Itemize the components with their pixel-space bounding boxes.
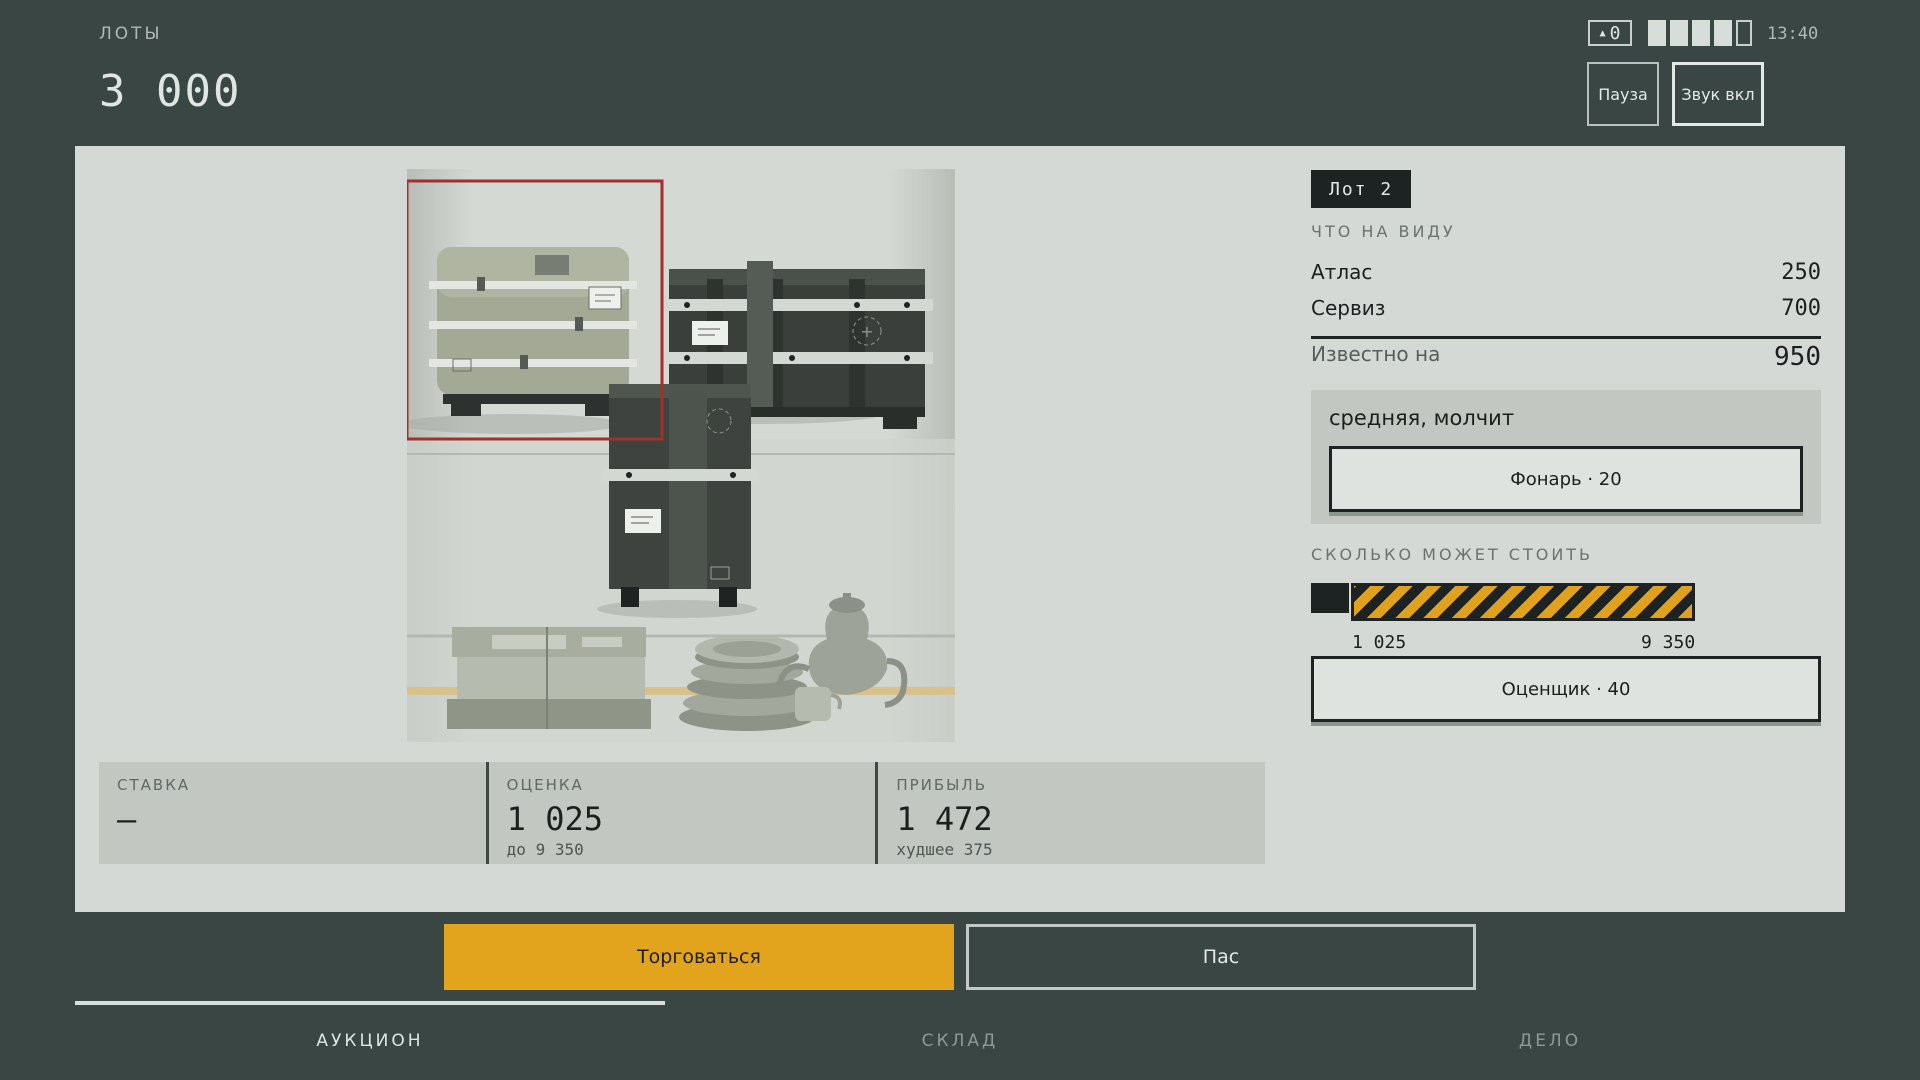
estimate-sub: до 9 350 — [506, 840, 584, 859]
estimate-label: ОЦЕНКА — [506, 776, 584, 794]
triangle-up-icon: ▲ — [1599, 27, 1606, 39]
range-known-segment — [1311, 583, 1349, 613]
tab-warehouse[interactable]: СКЛАД — [665, 1031, 1255, 1051]
atlas-books — [447, 627, 651, 729]
range-min: 1 025 — [1352, 632, 1407, 653]
haggle-button[interactable]: Торговаться — [444, 924, 954, 990]
estimate-stat: ОЦЕНКА 1 025 до 9 350 — [485, 762, 876, 864]
stats-row: СТАВКА – ОЦЕНКА 1 025 до 9 350 ПРИБЫЛЬ 1… — [99, 762, 1265, 864]
divider — [1311, 336, 1821, 339]
bid-stat: СТАВКА – — [99, 762, 486, 864]
battery-segment — [1714, 20, 1732, 46]
profit-label: ПРИБЫЛЬ — [896, 776, 987, 794]
pass-button[interactable]: Пас — [966, 924, 1476, 990]
battery-segment — [1692, 20, 1710, 46]
active-tab-indicator — [75, 1001, 665, 1005]
alert-count: 0 — [1609, 22, 1621, 44]
worth-label: СКОЛЬКО МОЖЕТ СТОИТЬ — [1311, 545, 1594, 564]
clock: 13:40 — [1767, 24, 1819, 44]
trunk-dark-tall — [603, 384, 757, 607]
trunk-light — [429, 247, 637, 416]
known-value: 950 — [1774, 342, 1821, 372]
section-label: ЛОТЫ — [99, 24, 163, 44]
visible-items-label: ЧТО НА ВИДУ — [1311, 222, 1456, 241]
svg-text:+: + — [860, 322, 873, 341]
money-counter: 3 000 — [99, 66, 242, 117]
battery-segment — [1736, 20, 1752, 46]
item-name: Сервиз — [1311, 296, 1386, 320]
item-row: Атлас 250 — [1311, 260, 1821, 285]
appraiser-button[interactable]: Оценщик · 40 — [1311, 656, 1821, 722]
range-unknown-segment — [1351, 583, 1695, 621]
range-max: 9 350 — [1641, 632, 1696, 653]
item-row: Сервиз 700 — [1311, 296, 1821, 321]
battery-segment — [1670, 20, 1688, 46]
tab-case[interactable]: ДЕЛО — [1255, 1031, 1845, 1051]
seller-box: средняя, молчит Фонарь · 20 — [1311, 390, 1821, 524]
bid-value: – — [117, 800, 137, 838]
item-value: 700 — [1781, 296, 1821, 321]
alert-badge: ▲ 0 — [1588, 20, 1632, 46]
main-panel: + СТАВКА – ОЦЕНКА 1 025 до 9 350 ПРИБЫЛЬ… — [75, 146, 1845, 912]
lantern-button[interactable]: Фонарь · 20 — [1329, 446, 1803, 512]
item-value: 250 — [1781, 260, 1821, 285]
worth-range-bar — [1311, 583, 1701, 621]
battery-segment — [1648, 20, 1666, 46]
estimate-value: 1 025 — [506, 800, 603, 838]
known-label: Известно на — [1311, 342, 1441, 366]
item-name: Атлас — [1311, 260, 1373, 284]
profit-sub: худшее 375 — [896, 840, 993, 859]
sound-toggle-button[interactable]: Звук вкл — [1672, 62, 1764, 126]
bid-label: СТАВКА — [117, 776, 191, 794]
profit-value: 1 472 — [896, 800, 993, 838]
known-total-row: Известно на 950 — [1311, 342, 1821, 372]
seller-description: средняя, молчит — [1329, 406, 1515, 430]
battery-indicator — [1648, 20, 1752, 46]
pause-button[interactable]: Пауза — [1587, 62, 1659, 126]
profit-stat: ПРИБЫЛЬ 1 472 худшее 375 — [875, 762, 1265, 864]
lot-badge: Лот 2 — [1311, 170, 1412, 208]
tab-auction[interactable]: АУКЦИОН — [75, 1031, 665, 1051]
lot-scene-illustration: + — [407, 169, 955, 742]
